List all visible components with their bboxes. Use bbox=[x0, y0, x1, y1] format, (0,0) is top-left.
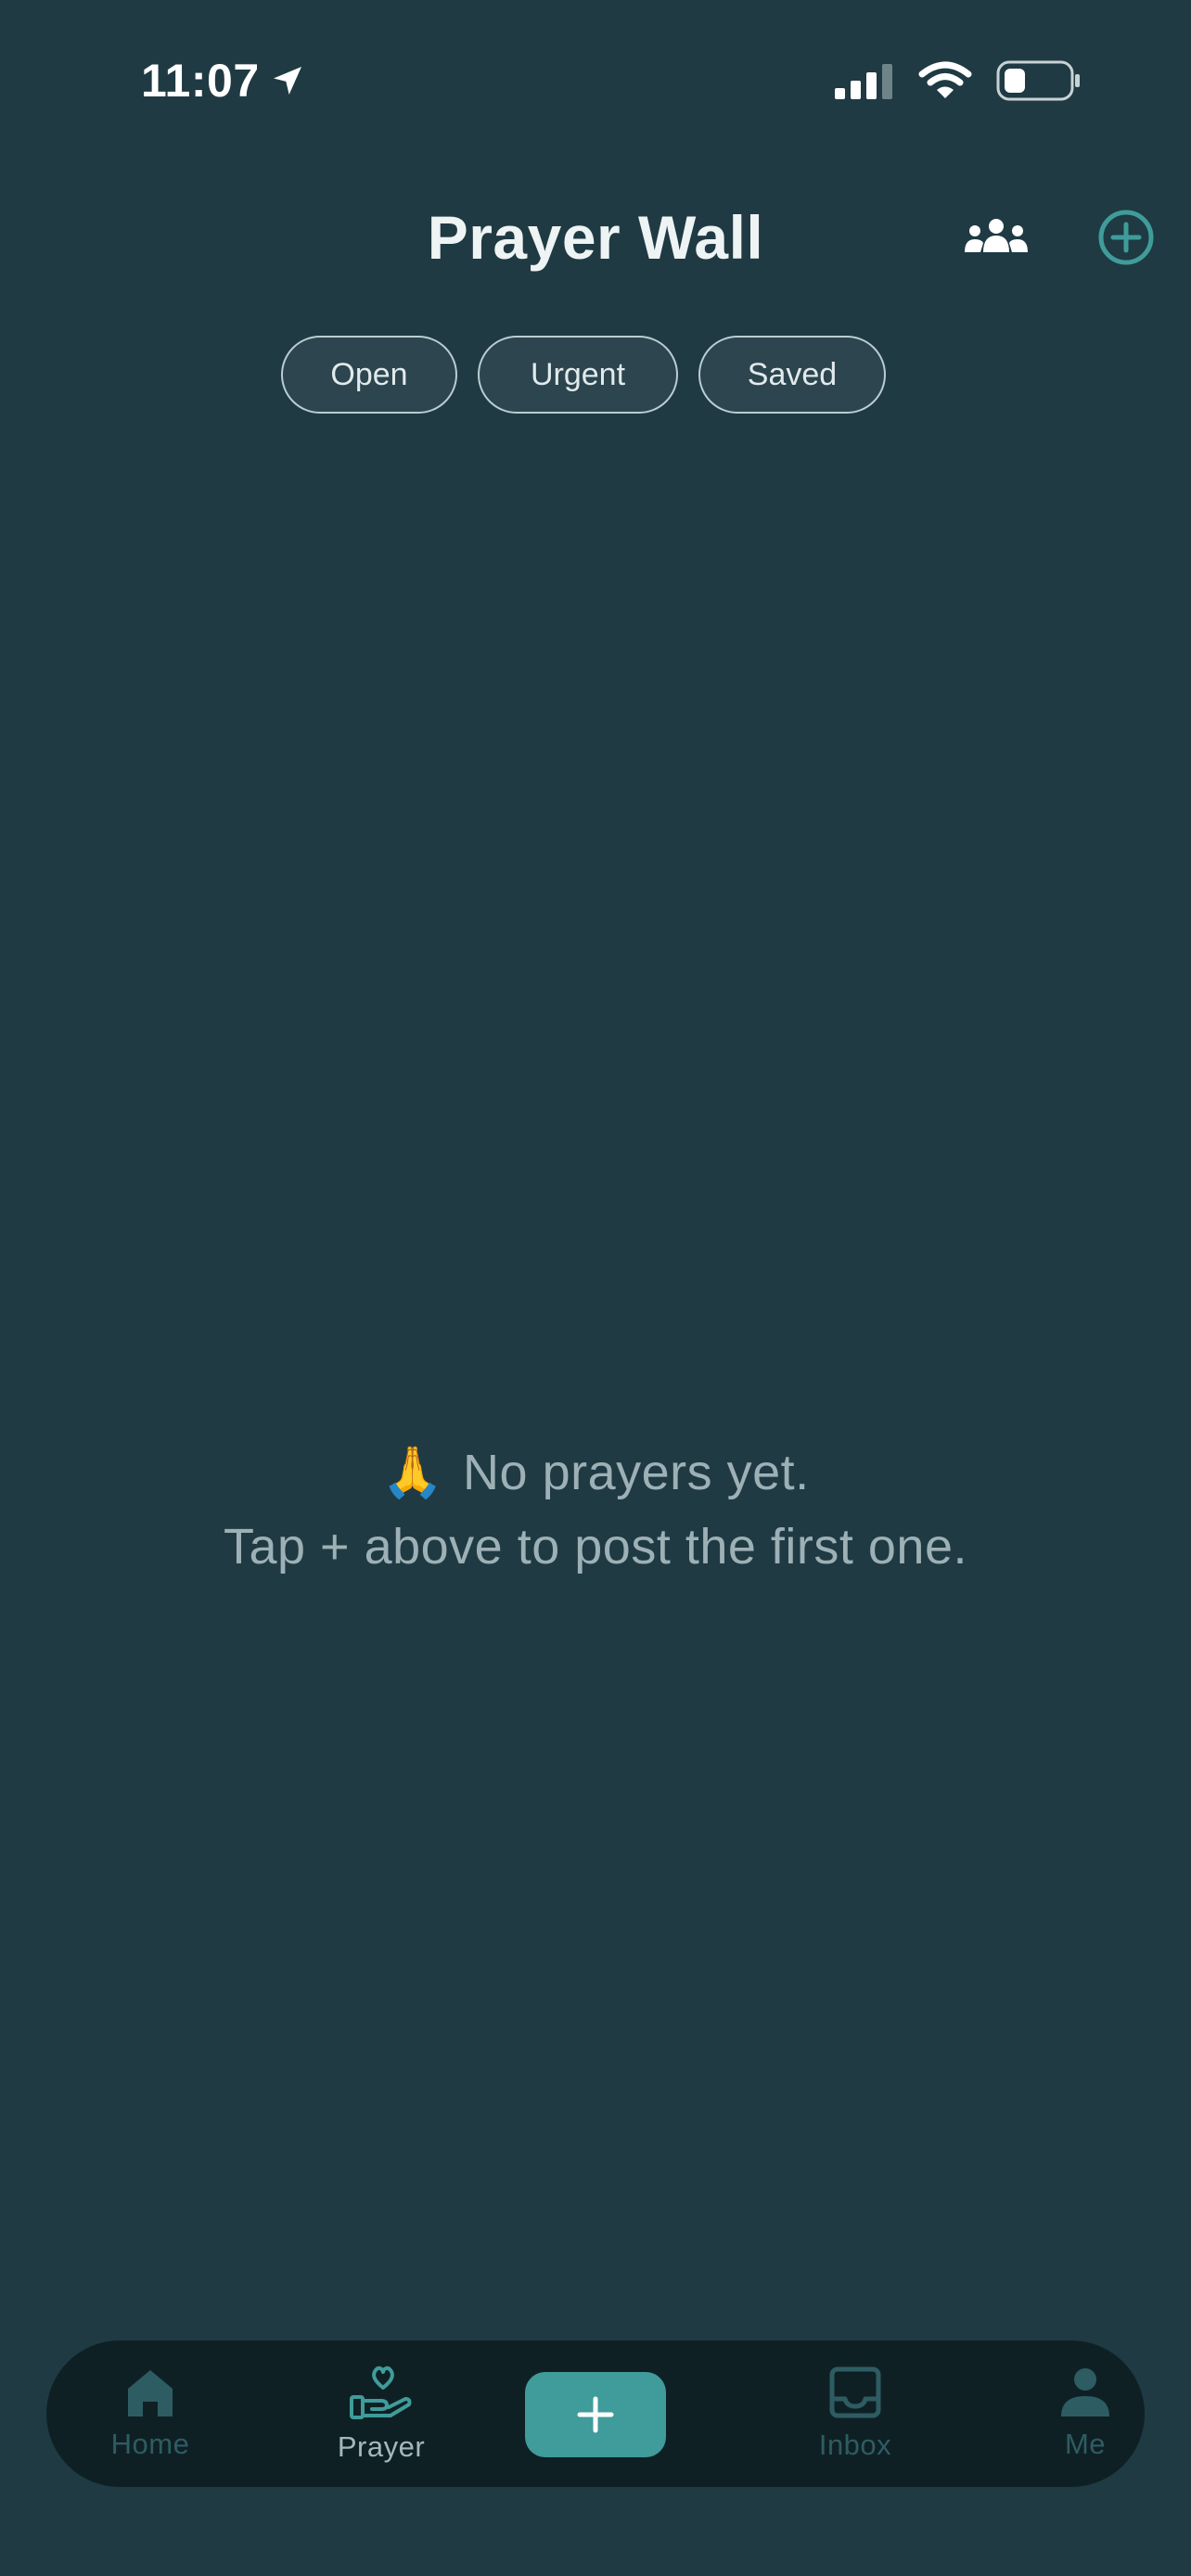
person-icon bbox=[1061, 2368, 1109, 2417]
status-time-text: 11:07 bbox=[141, 55, 260, 107]
cellular-signal-icon bbox=[835, 64, 892, 99]
tab-bar: Home Prayer Inbox Me bbox=[46, 2340, 1145, 2487]
hand-heart-icon bbox=[350, 2366, 412, 2419]
inbox-tray-icon bbox=[829, 2366, 881, 2418]
empty-state-hint: Tap + above to post the first one. bbox=[223, 1519, 967, 1575]
plus-circle-icon bbox=[1098, 210, 1154, 265]
prayer-wall-screen: 11:07 Prayer Wall Open Urgent Saved 🙏 No… bbox=[0, 0, 1191, 2576]
tab-prayer-label: Prayer bbox=[337, 2430, 426, 2463]
tab-prayer[interactable]: Prayer bbox=[298, 2340, 465, 2487]
add-prayer-button[interactable] bbox=[1095, 206, 1158, 269]
tab-me-label: Me bbox=[1064, 2428, 1107, 2460]
tab-me[interactable]: Me bbox=[1002, 2340, 1169, 2487]
tab-add-button[interactable] bbox=[525, 2372, 666, 2457]
filter-urgent[interactable]: Urgent bbox=[478, 336, 678, 414]
tab-home-label: Home bbox=[110, 2428, 190, 2460]
filter-chips: Open Urgent Saved bbox=[281, 336, 886, 414]
status-time: 11:07 bbox=[141, 52, 306, 109]
location-arrow-icon bbox=[273, 67, 301, 95]
filter-saved[interactable]: Saved bbox=[698, 336, 886, 414]
wifi-icon bbox=[918, 61, 972, 98]
home-icon bbox=[128, 2370, 173, 2417]
people-group-icon bbox=[965, 219, 1028, 252]
empty-state: 🙏 No prayers yet. Tap + above to post th… bbox=[0, 1435, 1191, 1584]
battery-icon bbox=[996, 60, 1080, 101]
filter-open[interactable]: Open bbox=[281, 336, 457, 414]
plus-icon bbox=[577, 2396, 614, 2433]
tab-inbox-label: Inbox bbox=[818, 2429, 892, 2461]
tab-inbox[interactable]: Inbox bbox=[772, 2340, 939, 2487]
empty-state-line1: 🙏 No prayers yet. bbox=[0, 1435, 1191, 1510]
empty-state-title: No prayers yet. bbox=[463, 1445, 810, 1500]
praying-hands-icon: 🙏 bbox=[381, 1445, 445, 1500]
tab-home[interactable]: Home bbox=[67, 2340, 234, 2487]
status-indicators bbox=[835, 57, 1082, 104]
group-button[interactable] bbox=[959, 210, 1033, 265]
